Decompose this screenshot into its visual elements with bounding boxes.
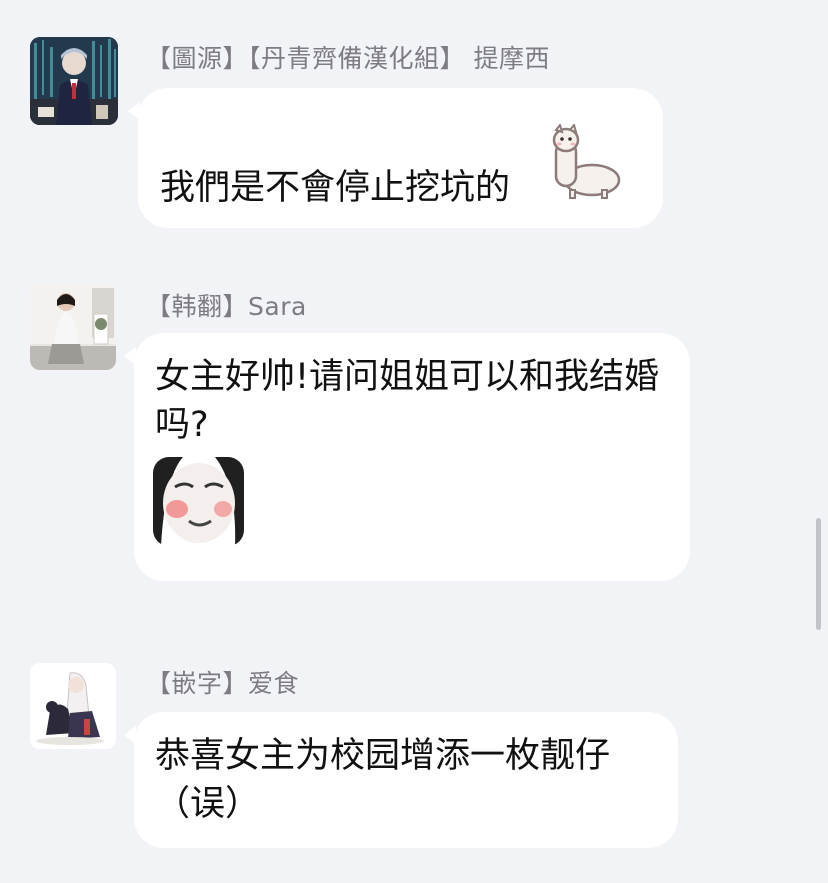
meme-face-icon: [153, 457, 244, 546]
avatar-image: [30, 284, 116, 370]
scrollbar[interactable]: [816, 518, 821, 630]
avatar[interactable]: [30, 284, 116, 370]
bubble-tail: [128, 102, 140, 120]
message-bubble[interactable]: 我們是不會停止挖坑的: [128, 88, 663, 228]
blushing-face-meme-sticker[interactable]: [153, 457, 244, 546]
sender-name: 【圖源】【丹青齊備漢化組】 提摩西: [146, 44, 550, 73]
avatar[interactable]: [30, 37, 118, 125]
message-text: 女主好帅!请问姐姐可以和我结婚吗?: [155, 357, 660, 445]
alpaca-sticker[interactable]: [550, 124, 622, 202]
alpaca-icon: [552, 124, 621, 199]
message-text: 恭喜女主为校园增添一枚靓仔（误）: [155, 736, 611, 824]
message-bubble[interactable]: 恭喜女主为校园增添一枚靓仔（误）: [124, 712, 678, 848]
message-text: 我們是不會停止挖坑的: [160, 168, 511, 208]
sender-name: 【嵌字】爱食: [146, 669, 300, 698]
avatar[interactable]: [30, 663, 116, 749]
bubble-tail: [124, 726, 136, 744]
avatar-image: [30, 37, 118, 125]
sender-name: 【韩翻】Sara: [146, 292, 307, 321]
bubble-tail: [124, 347, 136, 365]
chat-message-list: 【圖源】【丹青齊備漢化組】 提摩西 我們是不會停止挖坑的 【韩翻】Sara 女主…: [0, 0, 828, 883]
message-bubble[interactable]: 女主好帅!请问姐姐可以和我结婚吗?: [124, 333, 690, 581]
avatar-image: [30, 663, 116, 749]
